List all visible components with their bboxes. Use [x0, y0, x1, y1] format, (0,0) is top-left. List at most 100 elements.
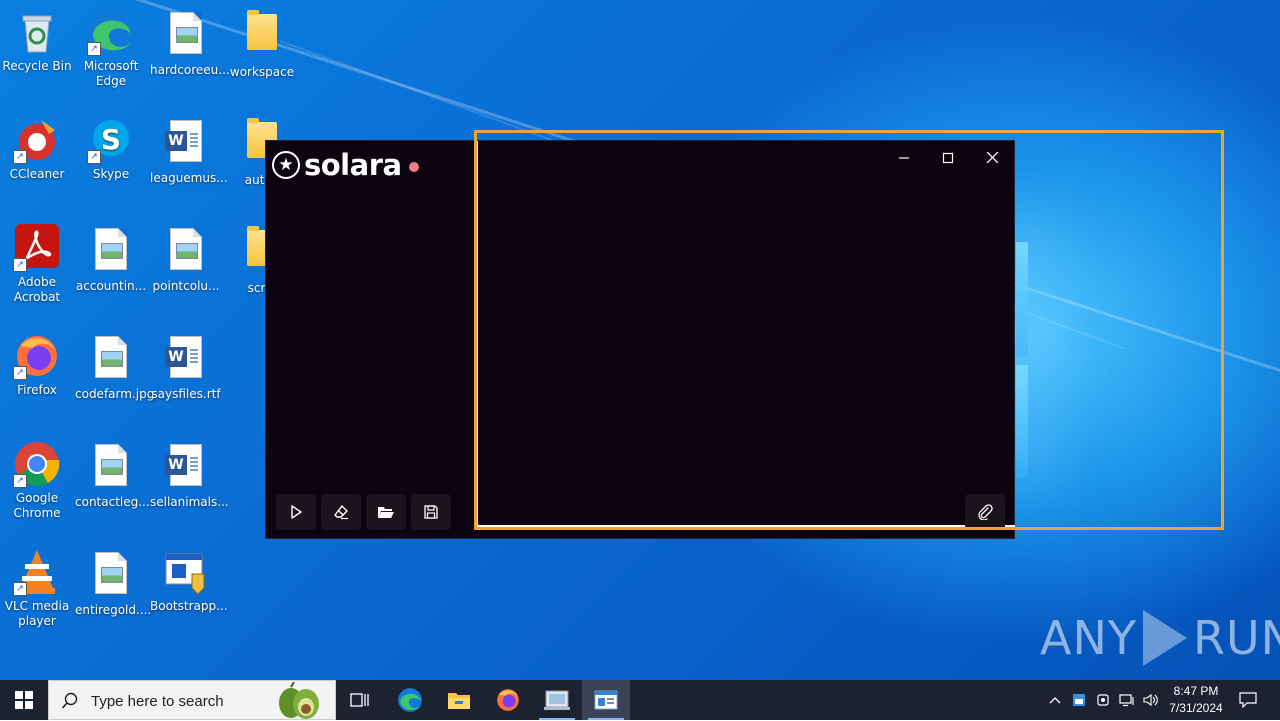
- desktop-icon-entiregold[interactable]: entiregold....: [75, 548, 152, 618]
- defender-icon: [1073, 694, 1085, 706]
- taskbar-solara[interactable]: [582, 680, 630, 720]
- desktop-icon-saysfiles[interactable]: W saysfiles.rtf: [150, 332, 222, 402]
- file-explorer-icon: [448, 693, 470, 709]
- solara-app-icon: [594, 690, 618, 710]
- ccleaner-icon: ↗: [13, 116, 61, 164]
- desktop-icon-label: saysfiles.rtf: [151, 387, 221, 401]
- firefox-icon: ↗: [13, 332, 61, 380]
- open-file-button[interactable]: [366, 494, 406, 530]
- attach-button[interactable]: [965, 494, 1005, 530]
- desktop-icon-label: sellanimals...: [150, 495, 229, 509]
- desktop-icon-google-chrome[interactable]: ↗ Google Chrome: [1, 440, 73, 521]
- play-icon: [291, 505, 302, 519]
- desktop-icon-label: Recycle Bin: [2, 59, 72, 73]
- volume-icon: [1143, 693, 1158, 707]
- desktop-icon-label: Firefox: [17, 383, 57, 397]
- tray-defender[interactable]: [1068, 680, 1090, 720]
- desktop-icon-sellanimals[interactable]: W sellanimals...: [150, 440, 229, 510]
- taskbar-file-explorer[interactable]: [435, 680, 483, 720]
- folder-open-icon: [378, 507, 394, 518]
- desktop-icon-microsoft-edge[interactable]: ↗ Microsoft Edge: [75, 8, 147, 89]
- desktop-icon-ccleaner[interactable]: ↗ CCleaner: [1, 116, 73, 182]
- task-view-button[interactable]: [336, 680, 384, 720]
- wallpaper-logo-pane: [1016, 242, 1028, 357]
- paperclip-icon: [978, 504, 993, 520]
- app-icon: [544, 690, 570, 710]
- skype-icon: S ↗: [87, 116, 135, 164]
- desktop-icon-pointcolu[interactable]: pointcolu...: [150, 224, 222, 294]
- image-file-icon: [162, 12, 210, 60]
- tray-network[interactable]: [1116, 680, 1138, 720]
- taskbar-app[interactable]: [533, 680, 581, 720]
- save-icon: [424, 505, 438, 519]
- avocado-icon: [279, 682, 319, 719]
- clock-date: 7/31/2024: [1169, 701, 1223, 715]
- desktop-icon-accountin[interactable]: accountin...: [75, 224, 147, 294]
- clear-button[interactable]: [321, 494, 361, 530]
- desktop-icon-contactleg[interactable]: contactleg...: [75, 440, 150, 510]
- execute-button[interactable]: [276, 494, 316, 530]
- solara-logo: ★ solara: [272, 147, 419, 183]
- edge-icon: [398, 688, 422, 712]
- desktop-icon-adobe-acrobat[interactable]: ↗ Adobe Acrobat: [1, 224, 73, 305]
- image-file-icon: [162, 228, 210, 276]
- desktop-icon-label: accountin...: [75, 279, 147, 293]
- installer-icon: [162, 548, 210, 596]
- firefox-icon: [497, 689, 519, 711]
- status-dot: [408, 162, 419, 172]
- desktop-icon-firefox[interactable]: ↗ Firefox: [1, 332, 73, 398]
- desktop-icon-label: Adobe Acrobat: [13, 275, 61, 304]
- star-logo-icon: ★: [272, 151, 300, 179]
- start-button[interactable]: [0, 680, 48, 720]
- desktop-icon-label: CCleaner: [9, 167, 65, 181]
- shortcut-arrow-icon: ↗: [87, 42, 101, 56]
- desktop-icon-leaguemus[interactable]: W leaguemus...: [150, 116, 228, 186]
- chrome-icon: ↗: [13, 440, 61, 488]
- desktop-icon-label: Google Chrome: [13, 491, 61, 520]
- taskbar: 8:47 PM 7/31/2024: [0, 680, 1280, 721]
- desktop-icon-workspace[interactable]: workspace: [226, 8, 298, 80]
- image-file-icon: [87, 336, 135, 384]
- minimize-button[interactable]: [882, 145, 926, 173]
- desktop-icon-vlc[interactable]: ↗ VLC media player: [1, 548, 73, 629]
- tray-vpn[interactable]: [1092, 680, 1114, 720]
- solara-window: ★ solara: [265, 140, 1015, 539]
- close-button[interactable]: [970, 145, 1014, 173]
- desktop-icon-label: codefarm.jpg: [75, 387, 155, 401]
- word-doc-icon: W: [162, 444, 210, 492]
- taskbar-edge[interactable]: [386, 680, 434, 720]
- search-input[interactable]: [89, 681, 263, 721]
- desktop-icon-recycle-bin[interactable]: Recycle Bin: [1, 8, 73, 74]
- desktop: Recycle Bin ↗ CCleaner ↗ Adobe Acrobat ↗…: [0, 0, 1280, 680]
- search-icon: [61, 692, 78, 709]
- save-file-button[interactable]: [411, 494, 451, 530]
- folder-icon: [238, 10, 286, 62]
- action-center-button[interactable]: [1232, 680, 1264, 720]
- script-editor[interactable]: [474, 141, 1014, 529]
- taskbar-clock[interactable]: 8:47 PM 7/31/2024: [1160, 683, 1232, 717]
- shortcut-arrow-icon: ↗: [87, 150, 101, 164]
- taskbar-search[interactable]: [48, 680, 336, 721]
- maximize-button[interactable]: [926, 145, 970, 173]
- wallpaper-logo-pane: [1016, 365, 1028, 477]
- desktop-icon-skype[interactable]: S ↗ Skype: [75, 116, 147, 182]
- desktop-icon-hardcoreeu[interactable]: hardcoreeu...: [150, 8, 230, 78]
- network-icon: [1119, 694, 1134, 707]
- shortcut-arrow-icon: ↗: [13, 474, 27, 488]
- edge-icon: ↗: [87, 8, 135, 56]
- desktop-icon-label: entiregold....: [75, 603, 152, 617]
- desktop-icon-label: Microsoft Edge: [83, 59, 139, 88]
- recycle-bin-icon: [13, 8, 61, 56]
- tray-chevron[interactable]: [1044, 680, 1066, 720]
- shortcut-arrow-icon: ↗: [13, 582, 27, 596]
- vpn-icon: [1097, 694, 1109, 706]
- image-file-icon: [87, 552, 135, 600]
- desktop-icon-label: Skype: [92, 167, 130, 181]
- taskbar-firefox[interactable]: [484, 680, 532, 720]
- task-view-icon: [350, 693, 369, 707]
- tray-volume[interactable]: [1140, 680, 1162, 720]
- desktop-icon-label: contactleg...: [75, 495, 150, 509]
- desktop-icon-bootstrapp[interactable]: Bootstrapp...: [150, 548, 228, 614]
- word-doc-icon: W: [162, 120, 210, 168]
- desktop-icon-codefarm[interactable]: codefarm.jpg: [75, 332, 155, 402]
